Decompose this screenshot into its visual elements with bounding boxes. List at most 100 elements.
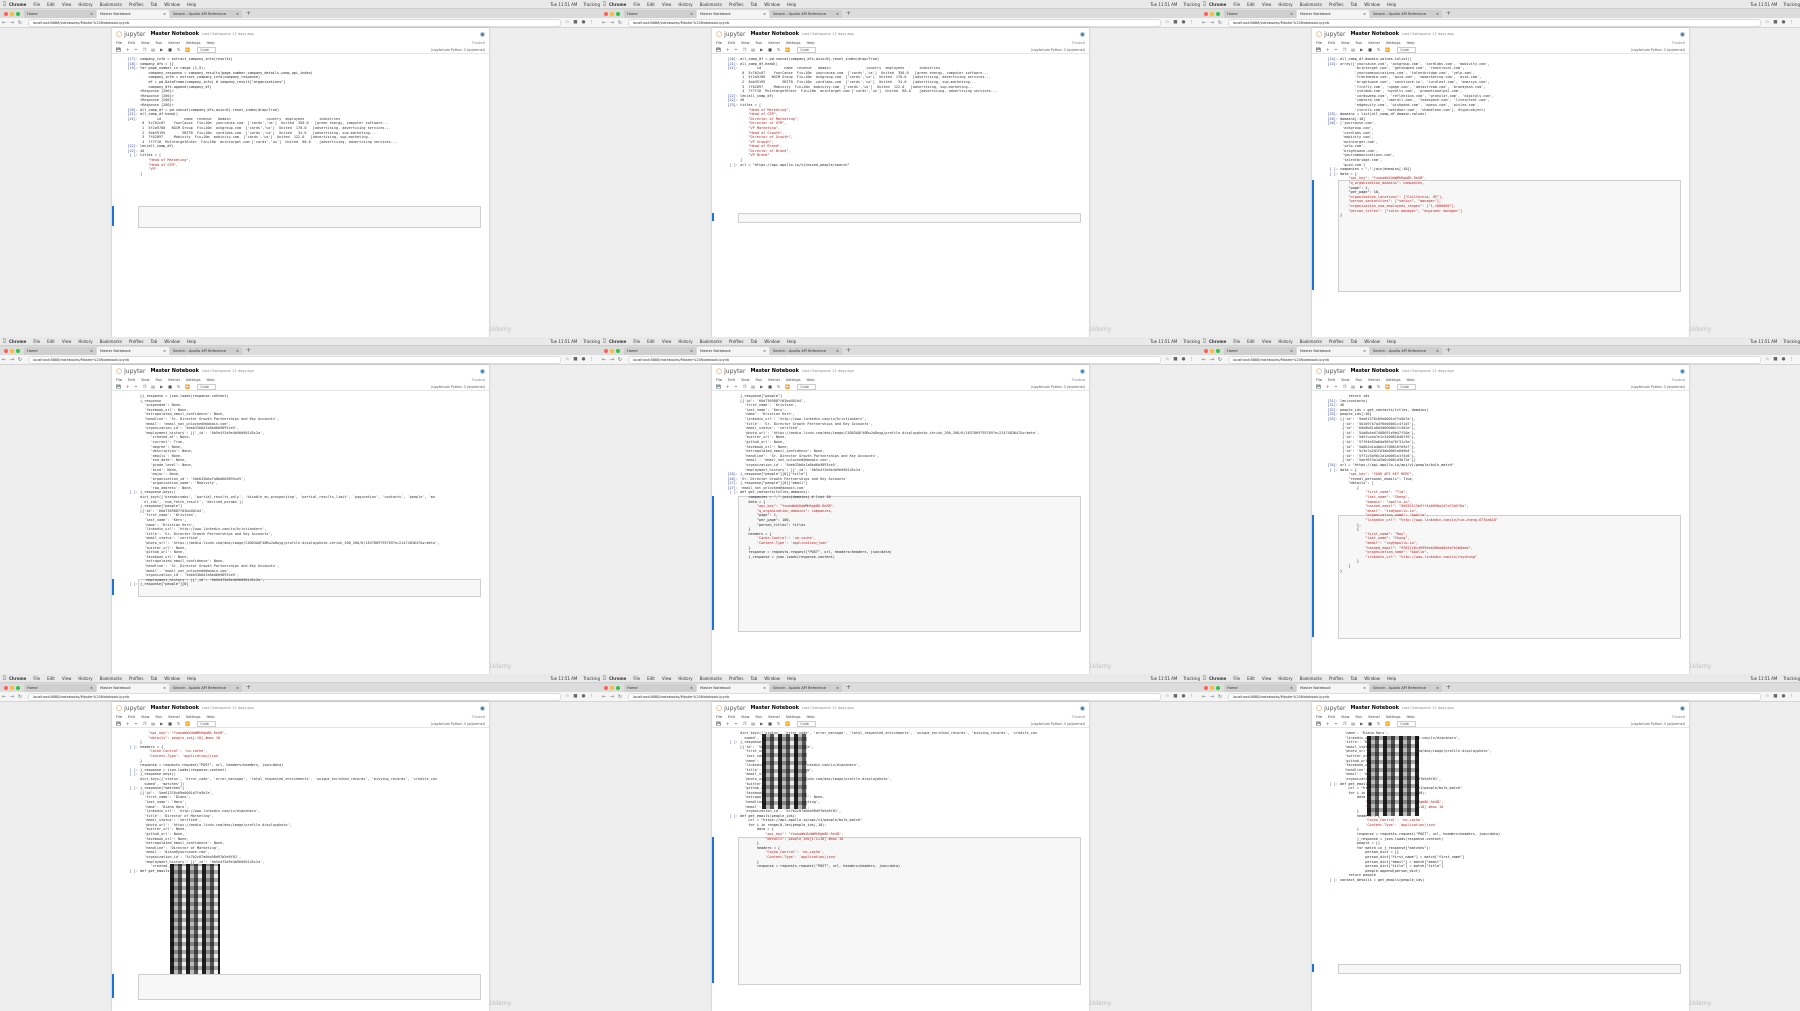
new-tab-icon[interactable]: + [243,10,254,18]
forward-icon[interactable]: → [8,357,16,363]
menu-item[interactable]: Bookmarks [1300,339,1322,344]
paste-icon[interactable]: ▤ [751,384,755,389]
browser-tab[interactable]: Home × [624,347,696,355]
menu-item[interactable]: File [1233,339,1240,344]
back-icon[interactable]: ← [0,357,8,363]
apple-icon[interactable]:  [0,338,9,344]
close-tab-icon[interactable]: × [236,686,239,690]
close-tab-icon[interactable]: × [690,349,693,353]
minimize-window-icon[interactable] [610,685,614,690]
notebook-cells[interactable]: [j_response = json.loads(response.conten… [112,392,489,674]
add-cell-icon[interactable]: + [726,47,729,52]
paste-icon[interactable]: ▤ [151,721,155,726]
reload-icon[interactable]: ↻ [616,694,624,700]
menu-item[interactable]: Chrome [1209,676,1226,681]
close-tab-icon[interactable]: × [90,686,93,690]
notebook-menu-item[interactable]: Kernel [1368,378,1379,382]
menu-item[interactable]: View [62,676,72,681]
fast-forward-icon[interactable]: ⏩ [785,384,790,389]
new-tab-icon[interactable]: + [1443,10,1454,18]
new-tab-icon[interactable]: + [243,347,254,355]
notebook-menu-item[interactable]: Help [1406,378,1414,382]
profile-avatar-icon[interactable]: ● [582,20,586,25]
browser-tab[interactable]: Home × [1224,347,1296,355]
restart-icon[interactable]: ↻ [777,721,780,726]
bookmark-star-icon[interactable]: ☆ [1765,20,1769,25]
copy-icon[interactable]: ❐ [143,721,147,726]
close-tab-icon[interactable]: × [763,12,766,16]
more-menu-icon[interactable]: ⋮ [590,357,595,362]
menu-item[interactable]: Tab [750,339,757,344]
active-code-cell[interactable] [738,213,1081,223]
close-tab-icon[interactable]: × [836,686,839,690]
close-window-icon[interactable] [4,685,8,690]
close-window-icon[interactable] [1204,11,1208,16]
notebook-menu-item[interactable]: Run [756,378,763,382]
menu-item[interactable]: Profiles [1329,2,1344,7]
menu-item[interactable]: Window [164,2,180,7]
browser-tab[interactable]: Master Notebook × [1297,347,1369,355]
stop-icon[interactable]: ■ [768,721,772,726]
extensions-icon[interactable]: ■ [1173,357,1177,362]
menu-item[interactable]: View [1262,339,1272,344]
cut-icon[interactable]: ✂ [134,721,137,726]
notebook-cells[interactable]: j_response["people"] [{'id': '66d7369887f… [712,392,1089,674]
menu-item[interactable]: History [78,339,92,344]
extensions-icon[interactable]: ■ [573,20,577,25]
extensions-icon[interactable]: ■ [1773,694,1777,699]
menu-item[interactable]: Help [187,339,196,344]
notebook-menu-item[interactable]: Settings [786,378,801,382]
apple-icon[interactable]:  [600,675,609,681]
notebook-menu-item[interactable]: Settings [1386,378,1401,382]
restart-icon[interactable]: ↻ [1377,721,1380,726]
forward-icon[interactable]: → [8,694,16,700]
menu-item[interactable]: View [662,2,672,7]
notebook-menu-item[interactable]: Settings [1386,41,1401,45]
menu-item[interactable]: Help [187,676,196,681]
forward-icon[interactable]: → [1208,357,1216,363]
cut-icon[interactable]: ✂ [734,721,737,726]
notebook-menu-item[interactable]: View [141,378,150,382]
trusted-indicator[interactable]: Trusted [472,41,485,45]
apple-icon[interactable]:  [0,1,9,7]
new-tab-icon[interactable]: + [843,684,854,692]
notebook-menu-item[interactable]: Edit [728,378,735,382]
menu-item[interactable]: View [662,676,672,681]
back-icon[interactable]: ← [0,20,8,26]
notebook-menu-item[interactable]: View [141,41,150,45]
close-window-icon[interactable] [604,348,608,353]
browser-tab[interactable]: Search - Apollo API Reference × [170,684,242,692]
menu-item[interactable]: Chrome [609,339,626,344]
notebook-menu-item[interactable]: Kernel [768,41,779,45]
new-tab-icon[interactable]: + [1443,684,1454,692]
active-code-cell[interactable] [1338,964,1681,974]
new-tab-icon[interactable]: + [843,10,854,18]
notebook-menu-item[interactable]: Settings [186,41,201,45]
notebook-menu-item[interactable]: Run [156,378,163,382]
browser-tab[interactable]: Master Notebook × [97,347,169,355]
browser-tab[interactable]: Home × [1224,10,1296,18]
menu-item[interactable]: Window [1364,2,1380,7]
close-window-icon[interactable] [4,348,8,353]
active-code-cell[interactable] [138,974,481,1000]
zoom-window-icon[interactable] [16,348,20,353]
close-tab-icon[interactable]: × [690,12,693,16]
extensions-icon[interactable]: ■ [1773,20,1777,25]
notebook-menu-item[interactable]: Run [1356,715,1363,719]
notebook-menu-item[interactable]: Kernel [168,378,179,382]
browser-tab[interactable]: Home × [24,10,96,18]
notebook-menu-item[interactable]: Edit [728,715,735,719]
restart-icon[interactable]: ↻ [1377,47,1380,52]
notebook-menu-item[interactable]: Run [1356,378,1363,382]
notebook-menu-item[interactable]: File [1316,41,1322,45]
more-menu-icon[interactable]: ⋮ [1190,20,1195,25]
notebook-menu-item[interactable]: Kernel [1368,715,1379,719]
browser-tab[interactable]: Master Notebook × [1297,10,1369,18]
back-icon[interactable]: ← [0,694,8,700]
menu-item[interactable]: Edit [647,676,655,681]
reload-icon[interactable]: ↻ [16,694,24,700]
notebook-menu-item[interactable]: File [716,378,722,382]
menu-item[interactable]: Chrome [609,2,626,7]
stop-icon[interactable]: ■ [168,47,172,52]
new-tab-icon[interactable]: + [843,347,854,355]
